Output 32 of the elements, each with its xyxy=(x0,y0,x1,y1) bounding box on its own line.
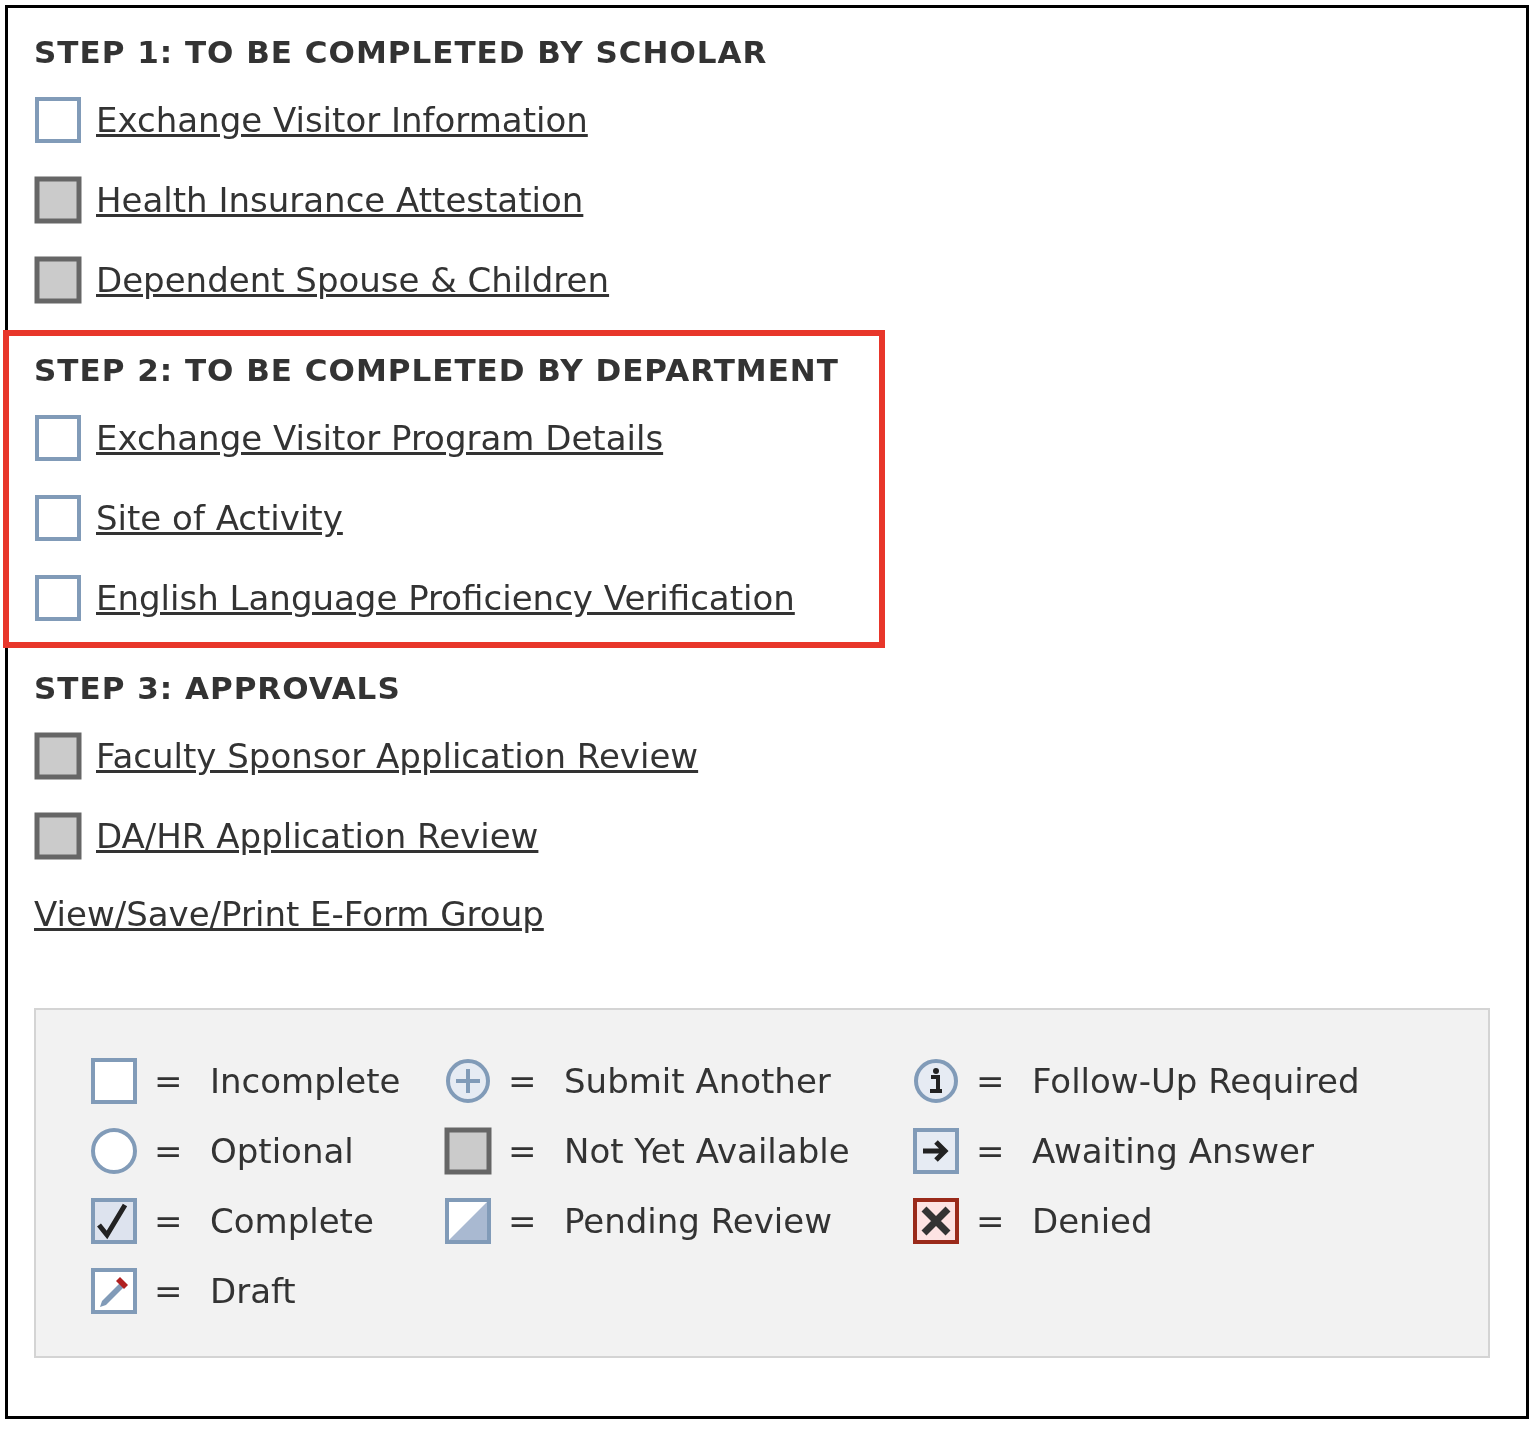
form-link[interactable]: Site of Activity xyxy=(96,498,343,538)
equals-sign: = xyxy=(508,1131,538,1171)
legend-label: Submit Another xyxy=(564,1061,831,1101)
equals-sign: = xyxy=(154,1061,184,1101)
equals-sign: = xyxy=(508,1061,538,1101)
equals-sign: = xyxy=(154,1131,184,1171)
legend-label: Denied xyxy=(1032,1201,1153,1241)
legend-label: Draft xyxy=(210,1271,296,1311)
equals-sign: = xyxy=(976,1201,1006,1241)
form-link[interactable]: Faculty Sponsor Application Review xyxy=(96,736,699,776)
legend-label: Awaiting Answer xyxy=(1032,1131,1314,1171)
step-heading: STEP 1: TO BE COMPLETED BY SCHOLAR xyxy=(34,34,768,70)
form-link[interactable]: Health Insurance Attestation xyxy=(96,180,584,220)
form-link[interactable]: Exchange Visitor Information xyxy=(96,100,588,140)
legend-label: Optional xyxy=(210,1131,354,1171)
equals-sign: = xyxy=(976,1061,1006,1101)
equals-sign: = xyxy=(154,1271,184,1311)
step-heading: STEP 2: TO BE COMPLETED BY DEPARTMENT xyxy=(34,352,839,388)
equals-sign: = xyxy=(976,1131,1006,1171)
form-link[interactable]: Exchange Visitor Program Details xyxy=(96,418,664,458)
form-link[interactable]: Dependent Spouse & Children xyxy=(96,260,610,300)
legend-label: Pending Review xyxy=(564,1201,833,1241)
equals-sign: = xyxy=(154,1201,184,1241)
legend-label: Follow-Up Required xyxy=(1032,1061,1360,1101)
form-link[interactable]: DA/HR Application Review xyxy=(96,816,539,856)
form-group-link[interactable]: View/Save/Print E-Form Group xyxy=(34,894,544,934)
legend-label: Complete xyxy=(210,1201,374,1241)
form-link[interactable]: English Language Proficiency Verification xyxy=(96,578,795,618)
step-heading: STEP 3: APPROVALS xyxy=(34,670,401,706)
equals-sign: = xyxy=(508,1201,538,1241)
legend-label: Not Yet Available xyxy=(564,1131,850,1171)
legend-label: Incomplete xyxy=(210,1061,401,1101)
